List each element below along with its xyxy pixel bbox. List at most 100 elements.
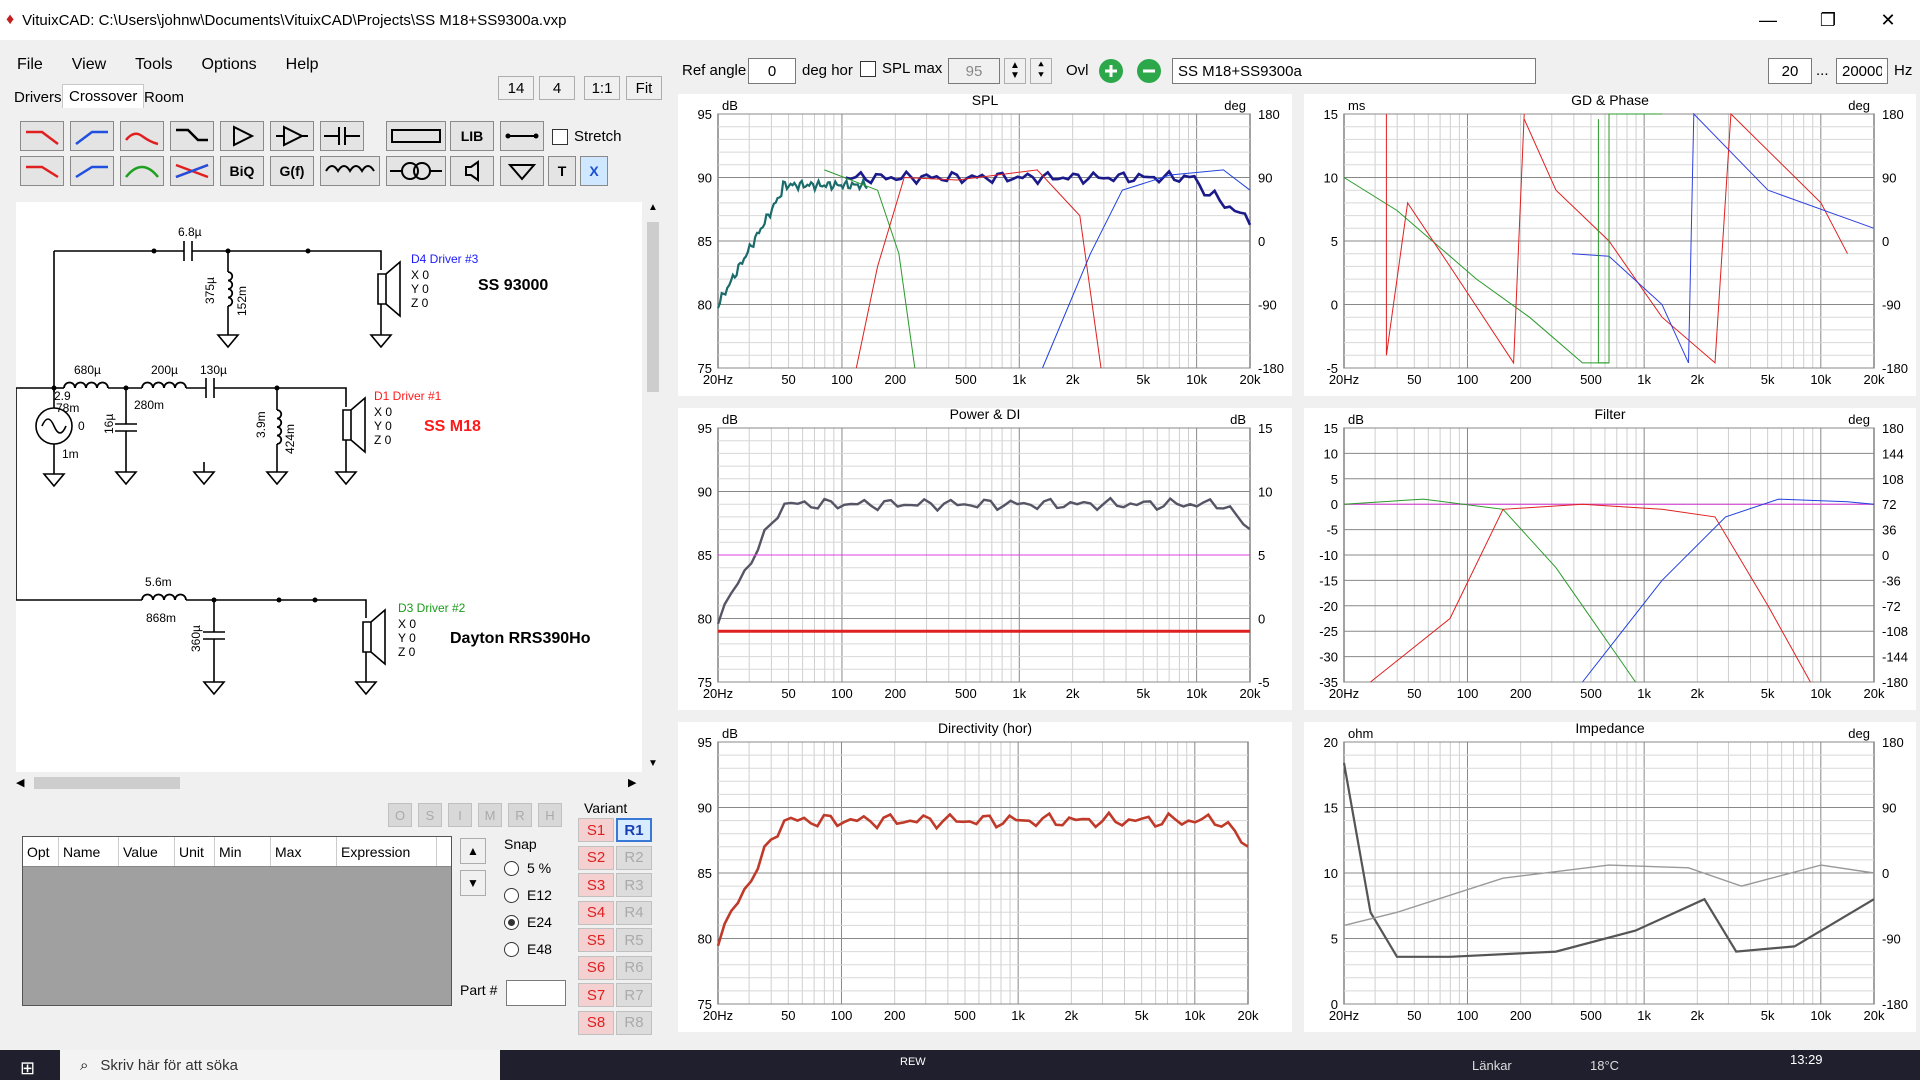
x-button[interactable]: X xyxy=(580,156,608,186)
taskbar-search[interactable]: ⌕ Skriv här för att söka xyxy=(60,1050,500,1080)
highpass-icon[interactable] xyxy=(70,121,114,151)
variant-s3-button[interactable]: S3 xyxy=(578,873,614,897)
variant-r6-button[interactable]: R6 xyxy=(616,955,652,980)
snap-option-e12[interactable]: E12 xyxy=(504,887,552,903)
variant-s8-button[interactable]: S8 xyxy=(578,1010,614,1035)
param-col-unit[interactable]: Unit xyxy=(175,837,215,866)
ref-angle-input[interactable] xyxy=(748,58,796,84)
crossover-icon[interactable] xyxy=(170,156,214,186)
tab-drivers[interactable]: Drivers xyxy=(8,86,68,110)
zoom-4-button[interactable]: 4 xyxy=(539,76,575,100)
snap-option-e48[interactable]: E48 xyxy=(504,941,552,957)
text-button[interactable]: T xyxy=(548,156,576,186)
schematic-canvas[interactable]: 6.8µ 375µ 152m D4 Driver #3 X 0Y 0Z 0 SS 9300… xyxy=(15,202,642,772)
add-overlay-button[interactable] xyxy=(1096,58,1126,84)
tab-crossover[interactable]: Crossover xyxy=(62,84,145,108)
rew-app-icon[interactable]: REW xyxy=(900,1056,926,1068)
param-col-name[interactable]: Name xyxy=(59,837,119,866)
wire-icon[interactable] xyxy=(500,121,544,151)
menu-view[interactable]: View xyxy=(55,52,118,80)
part-number-input[interactable] xyxy=(506,980,566,1006)
chart-spl[interactable]: SPL 95 90 85 80 75 180 90 0 -90 -180 20Hz 50 100 200 50… xyxy=(678,92,1292,396)
capacitor-icon[interactable] xyxy=(320,121,364,151)
spl-max-checkbox[interactable]: SPL max xyxy=(860,60,942,77)
variant-r7-button[interactable]: R7 xyxy=(616,983,652,1007)
biquad-button[interactable]: BiQ xyxy=(220,156,264,186)
variant-r3-button[interactable]: R3 xyxy=(616,873,652,897)
resistor-icon[interactable] xyxy=(386,121,446,151)
lowpass-2-icon[interactable] xyxy=(20,156,64,186)
optimizer-i-button[interactable]: I xyxy=(448,803,472,827)
variant-s5-button[interactable]: S5 xyxy=(578,928,614,952)
variant-s2-button[interactable]: S2 xyxy=(578,845,614,870)
variant-s1-button[interactable]: S1 xyxy=(578,818,614,842)
inductor-icon[interactable] xyxy=(320,156,380,186)
chart-filter[interactable]: Filter 15 10 5 0 -5 -10 -15 -20 -25 -30 -35 180 144 10… xyxy=(1304,406,1916,710)
spl-step-button[interactable]: ⯅ ⯆ xyxy=(1030,58,1052,84)
lowpass-icon[interactable] xyxy=(20,121,64,151)
chart-power[interactable]: Power & DI 95 90 85 80 75 15 10 5 0 -5 20Hz 50 100 200… xyxy=(678,406,1292,710)
variant-r4-button[interactable]: R4 xyxy=(616,900,652,925)
scroll-right-icon[interactable]: ▶ xyxy=(628,776,636,789)
peaking-icon[interactable] xyxy=(120,156,164,186)
scroll-up-icon[interactable]: ▲ xyxy=(648,202,658,213)
tab-room[interactable]: Room xyxy=(138,86,190,110)
variant-r5-button[interactable]: R5 xyxy=(616,928,652,952)
close-button[interactable]: ✕ xyxy=(1860,0,1916,40)
zoom-14-button[interactable]: 14 xyxy=(498,76,534,100)
spl-max-input[interactable] xyxy=(948,58,1000,84)
amplifier-icon[interactable] xyxy=(220,121,264,151)
variant-r1-button[interactable]: R1 xyxy=(616,818,652,842)
schematic-hscroll[interactable]: ◀ ▶ xyxy=(16,776,642,790)
snap-option-5[interactable]: 5 % xyxy=(504,860,551,876)
transformer-icon[interactable] xyxy=(386,156,446,186)
optimizer-o-button[interactable]: O xyxy=(388,803,412,827)
param-col-max[interactable]: Max xyxy=(271,837,337,866)
menu-tools[interactable]: Tools xyxy=(118,52,184,80)
maximize-button[interactable]: ❐ xyxy=(1800,0,1856,40)
minimize-button[interactable]: — xyxy=(1740,0,1796,40)
param-table[interactable]: Opt Name Value Unit Min Max Expression xyxy=(22,836,452,1006)
scroll-left-icon[interactable]: ◀ xyxy=(16,776,24,789)
variant-s7-button[interactable]: S7 xyxy=(578,983,614,1007)
param-col-value[interactable]: Value xyxy=(119,837,175,866)
zoom-1to1-button[interactable]: 1:1 xyxy=(584,76,620,100)
highpass-2-icon[interactable] xyxy=(70,156,114,186)
snap-option-e24[interactable]: E24 xyxy=(504,914,552,930)
variant-r8-button[interactable]: R8 xyxy=(616,1010,652,1035)
ground-icon[interactable] xyxy=(500,156,544,186)
menu-options[interactable]: Options xyxy=(185,52,269,80)
clock[interactable]: 13:29 xyxy=(1790,1052,1823,1067)
param-col-min[interactable]: Min xyxy=(215,837,271,866)
optimizer-h-button[interactable]: H xyxy=(538,803,562,827)
optimizer-r-button[interactable]: R xyxy=(508,803,532,827)
menu-file[interactable]: File xyxy=(0,52,55,80)
speaker-icon[interactable] xyxy=(450,156,494,186)
weather-temp[interactable]: 18°C xyxy=(1590,1058,1619,1073)
spl-spin-button[interactable]: ▲ ▼ xyxy=(1004,58,1026,84)
library-button[interactable]: LIB xyxy=(450,121,494,151)
optimizer-m-button[interactable]: M xyxy=(478,803,502,827)
windows-start-icon[interactable]: ⊞ xyxy=(20,1058,35,1079)
param-col-expression[interactable]: Expression xyxy=(337,837,437,866)
param-col-opt[interactable]: Opt xyxy=(23,837,59,866)
schematic-vscroll[interactable]: ▲ ▼ xyxy=(646,202,660,772)
shelf-icon[interactable] xyxy=(170,121,214,151)
optimizer-s-button[interactable]: S xyxy=(418,803,442,827)
move-down-button[interactable]: ▼ xyxy=(460,870,486,896)
menu-help[interactable]: Help xyxy=(269,52,331,80)
variant-s4-button[interactable]: S4 xyxy=(578,900,614,925)
gf-button[interactable]: G(f) xyxy=(270,156,314,186)
chart-imp[interactable]: Impedance 20 15 10 5 0 180 90 0 -90 -180 20Hz 50 100 2… xyxy=(1304,720,1916,1032)
freq-max-input[interactable] xyxy=(1836,58,1888,84)
freq-min-input[interactable] xyxy=(1768,58,1812,84)
bandpass-icon[interactable] xyxy=(120,121,164,151)
project-name-input[interactable] xyxy=(1172,58,1536,84)
chart-gd[interactable]: GD & Phase 15 10 5 0 -5 180 90 0 -90 -180 20Hz 50 100… xyxy=(1304,92,1916,396)
move-up-button[interactable]: ▲ xyxy=(460,838,486,864)
variant-r2-button[interactable]: R2 xyxy=(616,845,652,870)
chart-dir[interactable]: Directivity (hor) 95 90 85 80 75 20Hz 50 100 200 5… xyxy=(678,720,1292,1032)
zoom-fit-button[interactable]: Fit xyxy=(626,76,662,100)
scroll-down-icon[interactable]: ▼ xyxy=(648,758,658,769)
stretch-checkbox[interactable]: Stretch xyxy=(552,128,622,145)
